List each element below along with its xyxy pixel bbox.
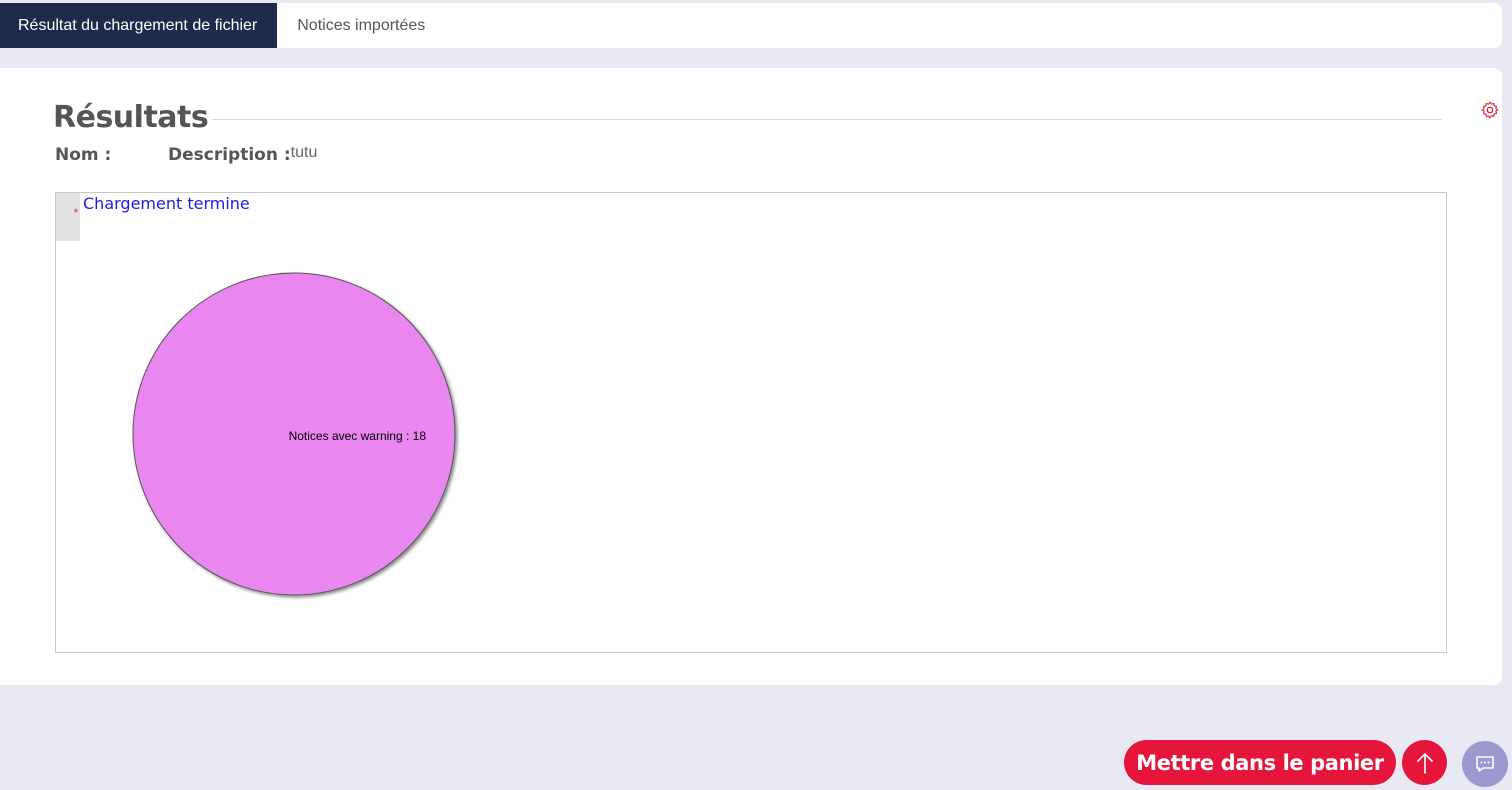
- pie-slice-label: Notices avec warning : 18: [289, 429, 427, 443]
- gear-icon[interactable]: [1480, 100, 1500, 120]
- add-to-cart-button[interactable]: Mettre dans le panier: [1124, 740, 1396, 785]
- pie-chart: Notices avec warning : 18: [132, 272, 456, 596]
- scroll-top-button[interactable]: [1402, 740, 1447, 785]
- title-divider: [212, 119, 1442, 120]
- description-value: tutu: [290, 144, 318, 161]
- description-field: Description :tutu: [168, 144, 317, 165]
- page-title: Résultats: [53, 100, 209, 135]
- status-marker: *: [56, 193, 80, 241]
- tab-imported-notices[interactable]: Notices importées: [277, 3, 445, 48]
- chat-button[interactable]: [1462, 741, 1508, 787]
- load-result-box: * Chargement termine Notices avec warnin…: [55, 192, 1447, 653]
- chat-bubble-icon: [1476, 756, 1494, 772]
- description-label: Description :: [168, 145, 291, 165]
- nom-field: Nom :: [55, 144, 111, 165]
- status-text: Chargement termine: [83, 194, 250, 213]
- required-star: *: [73, 207, 78, 219]
- nom-label: Nom :: [55, 145, 112, 165]
- tab-file-load-result[interactable]: Résultat du chargement de fichier: [0, 3, 278, 48]
- arrow-up-icon: [1416, 752, 1433, 774]
- tab-bar: Résultat du chargement de fichier Notice…: [0, 3, 1502, 48]
- results-panel: Résultats Nom : Description :tutu * Char…: [0, 68, 1502, 685]
